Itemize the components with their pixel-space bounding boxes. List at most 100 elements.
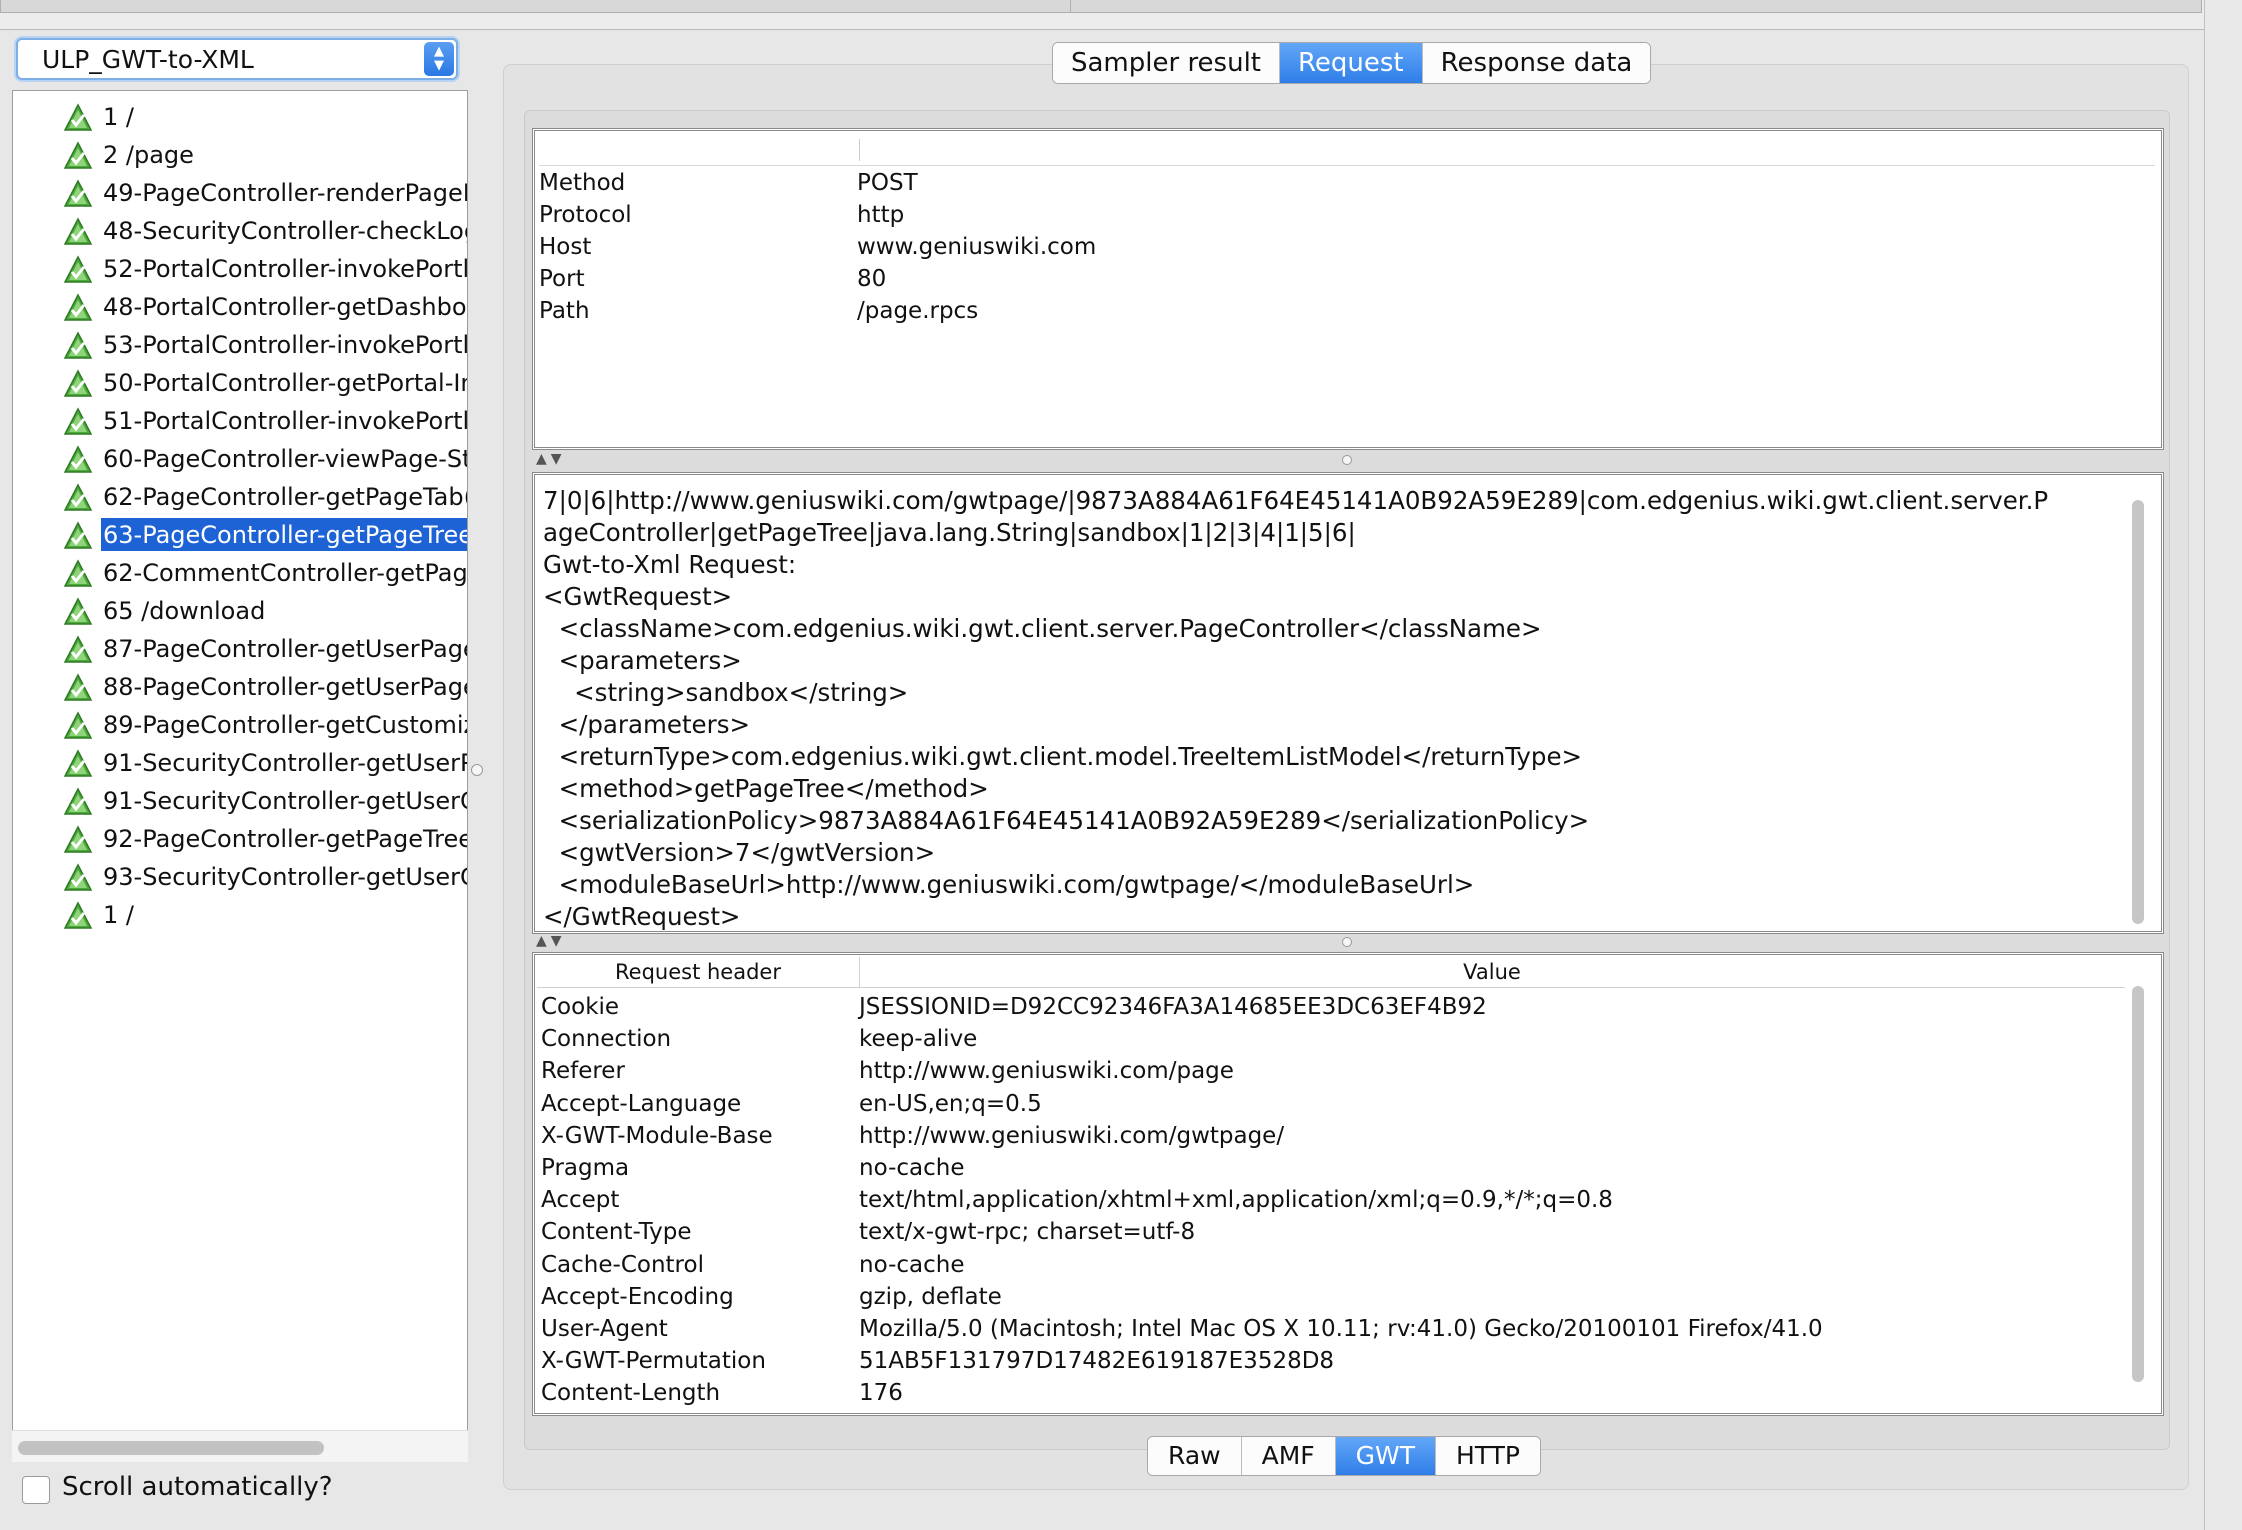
tree-item[interactable]: 1 /: [51, 897, 467, 931]
collapse-arrows-icon[interactable]: ▲▼: [536, 933, 566, 949]
success-triangle-icon: [63, 483, 93, 511]
tree-item[interactable]: 49-PageController-renderPageP: [51, 175, 468, 209]
tree-item[interactable]: 89-PageController-getCustomize: [51, 707, 468, 741]
success-triangle-icon: [63, 635, 93, 663]
tab-raw[interactable]: Raw: [1148, 1437, 1242, 1475]
header-name: Content-Length: [541, 1380, 721, 1407]
tree-item[interactable]: 63-PageController-getPageTree: [51, 517, 467, 551]
tree-item-label: 48-SecurityController-checkLogi: [103, 217, 468, 245]
row-key: Path: [539, 298, 590, 324]
tree-item[interactable]: 91-SecurityController-getUserPr: [51, 745, 467, 779]
scrollbar-thumb[interactable]: [2132, 986, 2144, 1382]
header-value: text/x-gwt-rpc; charset=utf-8: [859, 1219, 1196, 1246]
tree-item-label: 89-PageController-getCustomize: [103, 711, 468, 739]
tree-item-label: 87-PageController-getUserPage: [103, 635, 468, 663]
header-value: http://www.geniuswiki.com/gwtpage/: [859, 1122, 1285, 1149]
row-key: Host: [539, 234, 592, 260]
row-value: www.geniuswiki.com: [857, 234, 1097, 260]
tab-response-data[interactable]: Response data: [1422, 43, 1651, 83]
header-name: Accept: [541, 1187, 620, 1214]
splitter-handle[interactable]: [471, 764, 483, 776]
tab-sampler-result[interactable]: Sampler result: [1053, 43, 1280, 83]
tree-item[interactable]: 52-PortalController-invokePortle: [51, 251, 468, 285]
tree-item[interactable]: 62-PageController-getPageTab(: [51, 479, 467, 513]
splitter-handle[interactable]: [1342, 937, 1352, 947]
column-header-request-header[interactable]: Request header: [537, 957, 860, 987]
tab-http[interactable]: HTTP: [1436, 1437, 1541, 1475]
tree-item-label: 93-SecurityController-getUserCo: [103, 863, 468, 891]
sampler-select-dropdown[interactable]: ULP_GWT-to-XML ▲ ▼: [16, 38, 458, 80]
tree-item-label: 52-PortalController-invokePortle: [103, 255, 468, 283]
row-value: 80: [857, 266, 887, 292]
header-name: Connection: [541, 1026, 672, 1053]
success-triangle-icon: [63, 407, 93, 435]
gwt-request-text: 7|0|6|http://www.geniuswiki.com/gwtpage/…: [543, 486, 2049, 931]
header-name: Content-Type: [541, 1219, 692, 1246]
success-triangle-icon: [63, 369, 93, 397]
body-vertical-scrollbar[interactable]: [2130, 500, 2148, 928]
success-triangle-icon: [63, 521, 93, 549]
tree-item[interactable]: 93-SecurityController-getUserCo: [51, 859, 468, 893]
checkbox-box[interactable]: [22, 1476, 50, 1504]
top-toolbar-segment: [0, 0, 1072, 13]
tree-item[interactable]: 2 /page: [51, 137, 467, 171]
tree-item-label: 63-PageController-getPageTree: [101, 518, 467, 551]
header-value: text/html,application/xhtml+xml,applicat…: [859, 1187, 1613, 1214]
tree-item[interactable]: 48-PortalController-getDashboa: [51, 289, 468, 323]
success-triangle-icon: [63, 901, 93, 929]
header-value: http://www.geniuswiki.com/page: [859, 1058, 1234, 1085]
tree-item-label: 1 /: [103, 901, 134, 929]
tree-item-label: 1 /: [103, 103, 134, 131]
tree-item[interactable]: 62-CommentController-getPage: [51, 555, 468, 589]
tree-item-label: 2 /page: [103, 141, 194, 169]
headers-vertical-scrollbar[interactable]: [2130, 986, 2148, 1382]
header-value: no-cache: [859, 1155, 965, 1181]
top-toolbar-segment: [1070, 0, 2202, 13]
success-triangle-icon: [63, 179, 93, 207]
tab-gwt[interactable]: GWT: [1335, 1437, 1437, 1475]
header-name: Cookie: [541, 994, 620, 1020]
tree-item[interactable]: 91-SecurityController-getUserCo: [51, 783, 467, 817]
window-top-strip: [0, 0, 2242, 30]
tab-request[interactable]: Request: [1280, 43, 1423, 83]
header-name: Accept-Language: [541, 1090, 742, 1117]
tree-item-label: 88-PageController-getUserPage: [103, 673, 468, 701]
tree-item-label: 48-PortalController-getDashboa: [103, 293, 468, 321]
success-triangle-icon: [63, 293, 93, 321]
tree-item[interactable]: 60-PageController-viewPage-Str: [51, 441, 467, 475]
tree-item[interactable]: 48-SecurityController-checkLogi: [51, 213, 468, 247]
window-right-edge: [2204, 0, 2242, 1530]
tree-item-label: 49-PageController-renderPageP: [103, 179, 468, 207]
tree-item[interactable]: 1 /: [51, 99, 467, 133]
success-triangle-icon: [63, 559, 93, 587]
tree-item[interactable]: 88-PageController-getUserPage: [51, 669, 468, 703]
tree-item[interactable]: 51-PortalController-invokePortle: [51, 403, 467, 437]
column-header-value[interactable]: Value: [859, 957, 2125, 987]
tree-item-label: 65 /download: [103, 597, 266, 625]
header-name: Pragma: [541, 1155, 630, 1181]
header-value: keep-alive: [859, 1026, 978, 1053]
view-format-tabs: Raw AMF GWT HTTP: [1147, 1436, 1542, 1476]
table-header: Request header Value: [537, 957, 2125, 988]
table-header: [539, 135, 2155, 166]
row-value: POST: [857, 170, 918, 196]
tab-amf[interactable]: AMF: [1241, 1437, 1336, 1475]
results-tree[interactable]: 1 / 2 /page 49-PageController-renderPageP 4…: [12, 90, 468, 1462]
scrollbar-thumb[interactable]: [2132, 500, 2144, 924]
success-triangle-icon: [63, 255, 93, 283]
tree-item-label: 62-CommentController-getPage: [103, 559, 468, 587]
success-triangle-icon: [63, 787, 93, 815]
tree-item[interactable]: 65 /download: [51, 593, 467, 627]
success-triangle-icon: [63, 863, 93, 891]
tree-item[interactable]: 92-PageController-getPageTree: [51, 821, 467, 855]
tree-item[interactable]: 87-PageController-getUserPage: [51, 631, 468, 665]
tree-item[interactable]: 53-PortalController-invokePortle: [51, 327, 467, 361]
select-arrows-icon: ▲ ▼: [424, 42, 454, 76]
scrollbar-thumb[interactable]: [18, 1441, 324, 1455]
tree-item[interactable]: 50-PortalController-getPortal-In: [51, 365, 467, 399]
splitter-handle[interactable]: [1342, 455, 1352, 465]
tree-horizontal-scrollbar[interactable]: [12, 1430, 468, 1462]
collapse-arrows-icon[interactable]: ▲▼: [536, 451, 566, 467]
header-name: Cache-Control: [541, 1251, 704, 1278]
gwt-request-body[interactable]: 7|0|6|http://www.geniuswiki.com/gwtpage/…: [532, 472, 2164, 934]
